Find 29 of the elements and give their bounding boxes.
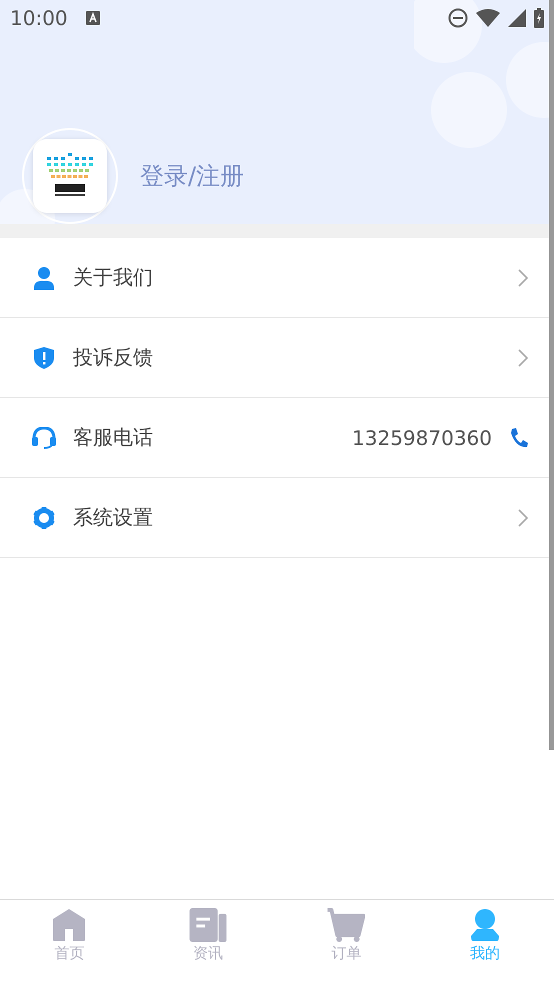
menu-label: 投诉反馈 bbox=[73, 344, 153, 371]
cart-icon bbox=[327, 908, 366, 942]
tab[interactable]: 订单 bbox=[277, 908, 416, 976]
person-icon bbox=[470, 908, 499, 942]
avatar[interactable] bbox=[22, 128, 118, 224]
do-not-disturb-icon bbox=[448, 8, 468, 28]
person-icon bbox=[34, 266, 54, 290]
shield-alert-icon bbox=[34, 346, 54, 368]
phone-icon[interactable] bbox=[510, 428, 528, 448]
menu-label: 客服电话 bbox=[73, 424, 153, 451]
headset-icon bbox=[32, 426, 56, 448]
tab[interactable]: 我的 bbox=[416, 908, 554, 976]
phone-number: 13259870360 bbox=[352, 426, 492, 450]
newspaper-icon bbox=[188, 908, 227, 942]
menu-label: 关于我们 bbox=[73, 264, 153, 291]
settings-icon bbox=[33, 506, 55, 528]
keyboard-notification-icon bbox=[86, 11, 100, 25]
tab[interactable]: 首页 bbox=[0, 908, 138, 976]
signal-icon bbox=[508, 9, 526, 27]
home-icon bbox=[53, 908, 86, 942]
status-time: 10:00 bbox=[10, 6, 68, 30]
tab[interactable]: 资讯 bbox=[138, 908, 277, 976]
login-register-link[interactable]: 登录/注册 bbox=[140, 160, 244, 192]
battery-icon bbox=[534, 8, 544, 28]
chevron-right-icon bbox=[518, 508, 528, 526]
chevron-right-icon bbox=[518, 268, 528, 286]
wifi-icon bbox=[476, 9, 500, 27]
chevron-right-icon bbox=[518, 348, 528, 366]
menu-label: 系统设置 bbox=[73, 504, 153, 531]
